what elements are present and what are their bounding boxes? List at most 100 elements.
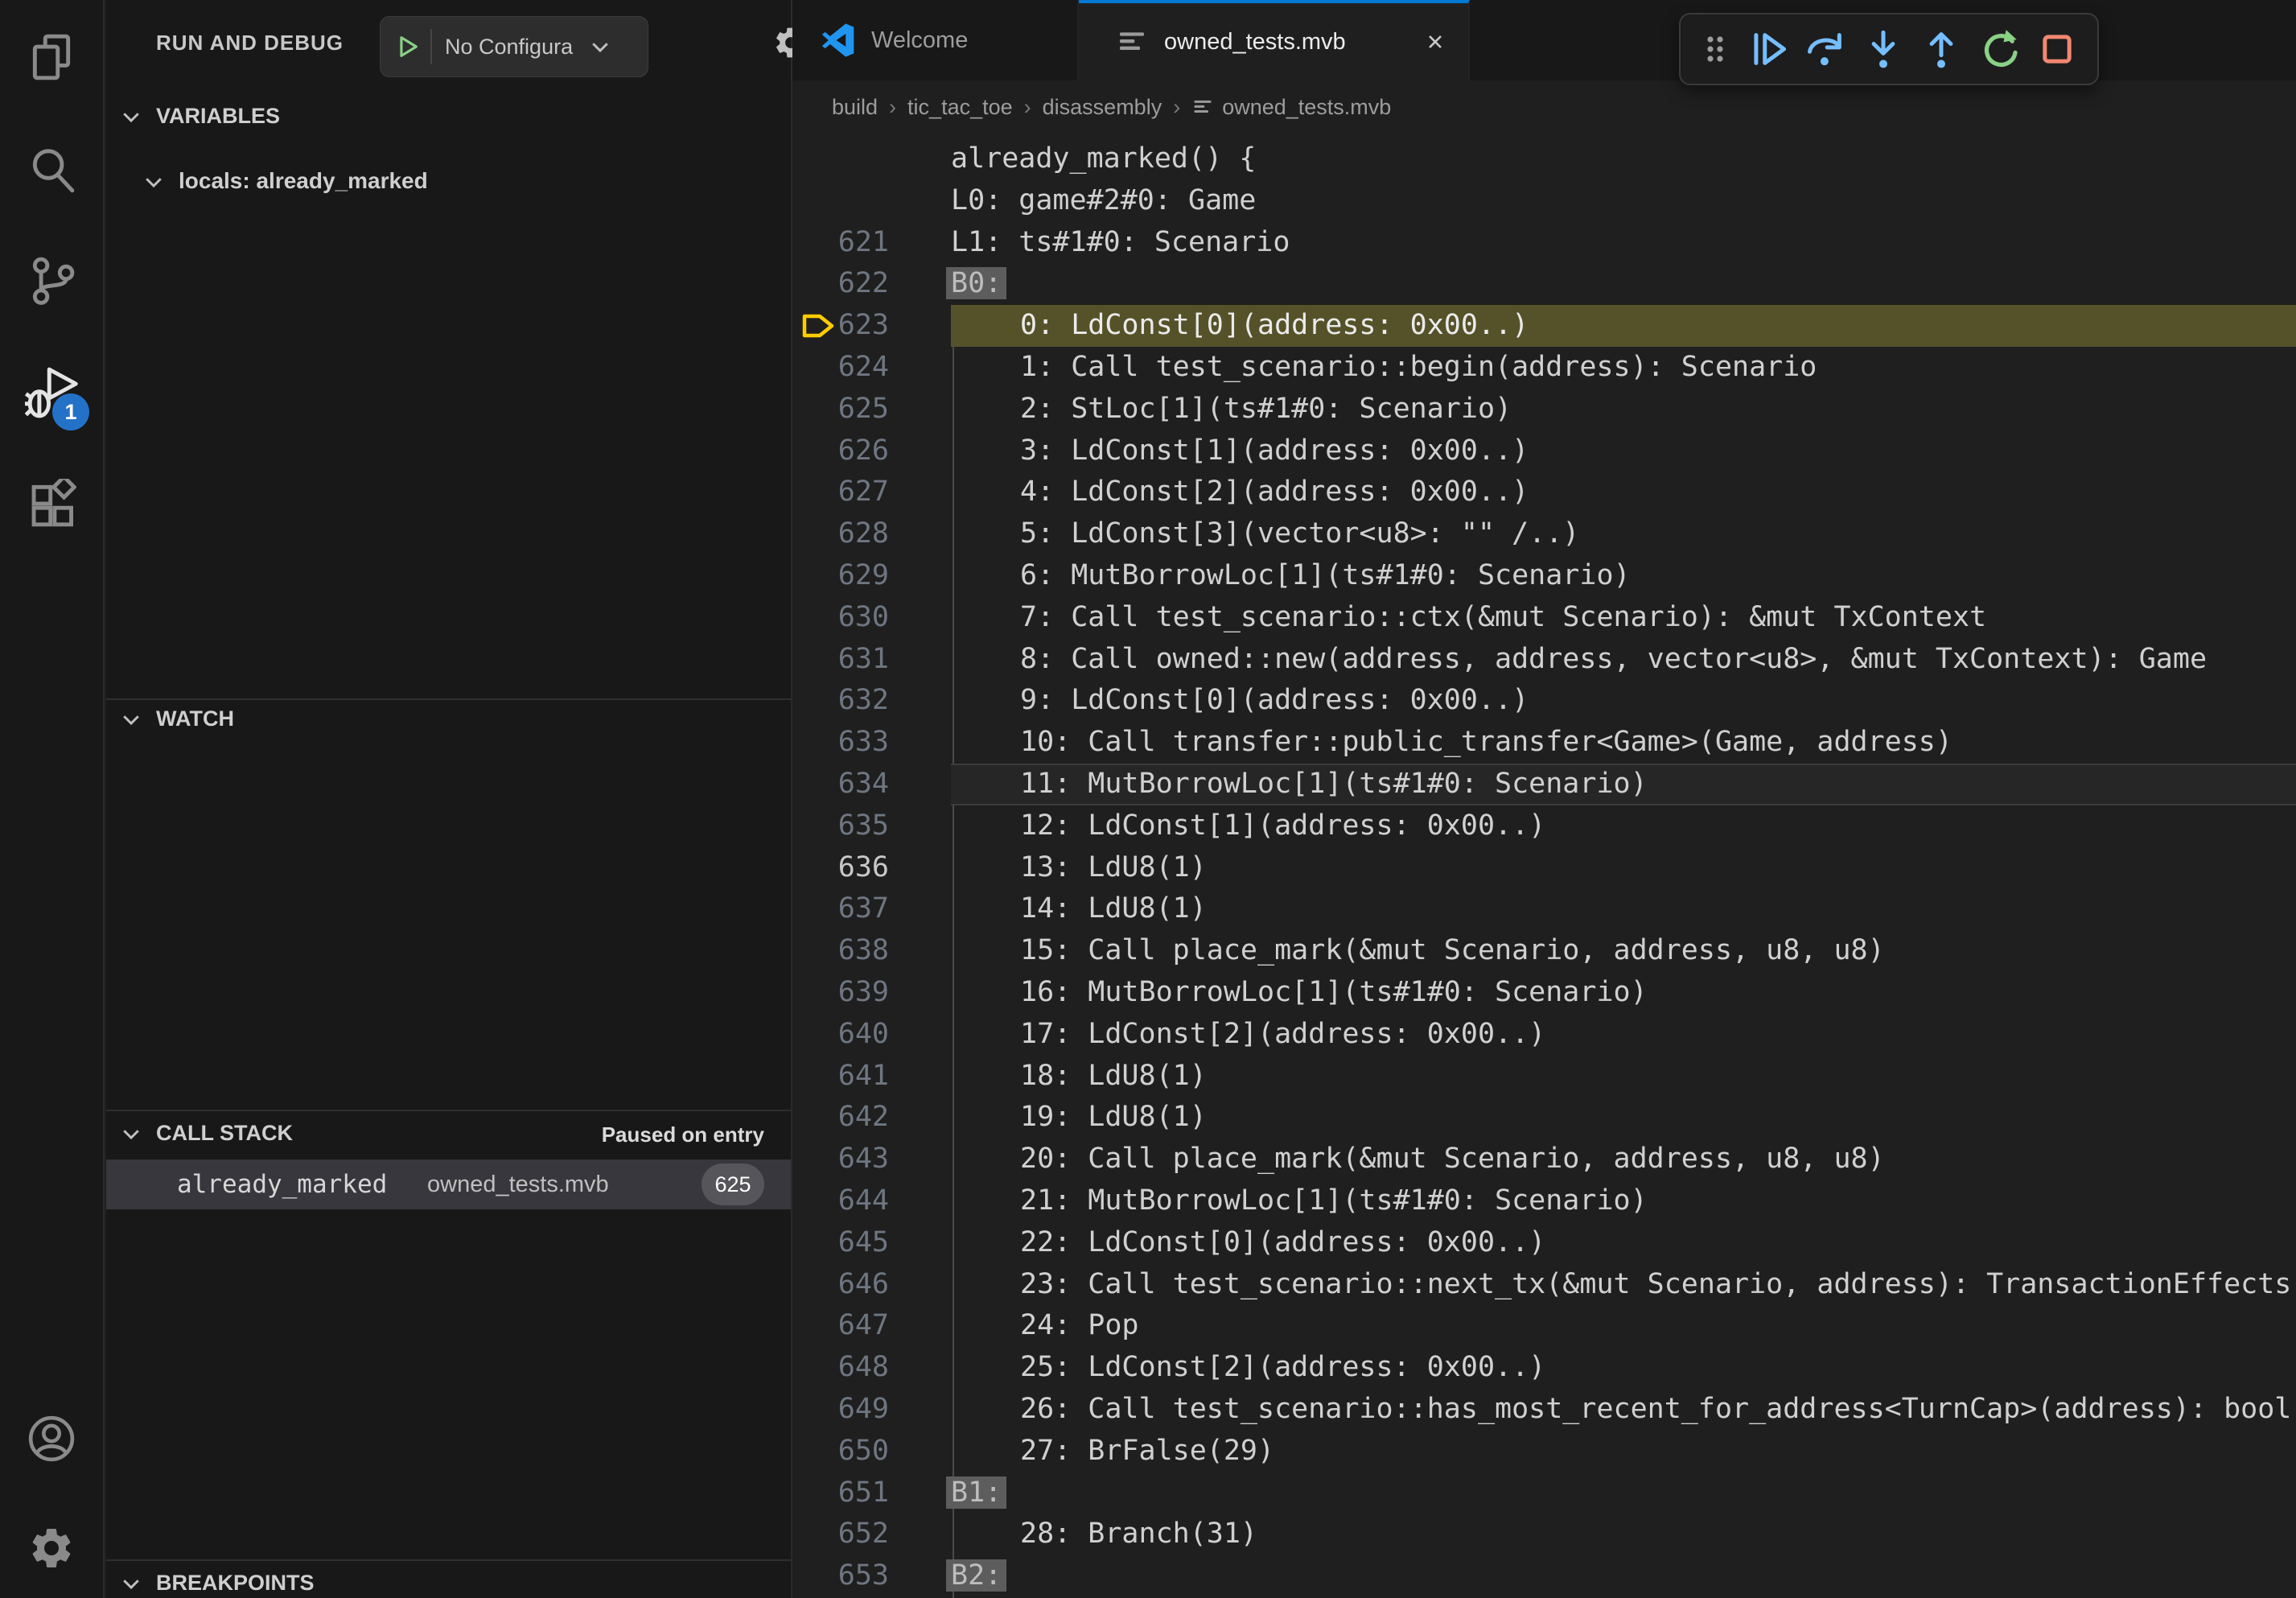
- code-line[interactable]: 650 25: LdConst[2](address: 0x00..): [792, 1347, 2296, 1389]
- editor-gutter[interactable]: 636: [792, 764, 951, 805]
- breadcrumb-item[interactable]: owned_tests.mvb: [1222, 95, 1391, 120]
- editor-gutter[interactable]: 631: [792, 555, 951, 597]
- editor-gutter[interactable]: 641: [792, 972, 951, 1014]
- editor-gutter[interactable]: 643: [792, 1056, 951, 1098]
- code-line[interactable]: 629 4: LdConst[2](address: 0x00..): [792, 472, 2296, 513]
- explorer-icon[interactable]: [25, 31, 78, 84]
- editor-gutter[interactable]: 621: [792, 138, 951, 180]
- breakpoints-chevron-down-icon[interactable]: [119, 1571, 143, 1596]
- editor-gutter[interactable]: 633: [792, 639, 951, 681]
- watch-section-header[interactable]: WATCH: [156, 706, 234, 731]
- editor-gutter[interactable]: 648: [792, 1264, 951, 1306]
- code-line[interactable]: 654 28: Branch(31): [792, 1514, 2296, 1555]
- editor-gutter[interactable]: 646: [792, 1180, 951, 1222]
- code-line[interactable]: 644 19: LdU8(1): [792, 1097, 2296, 1139]
- editor-gutter[interactable]: 637: [792, 805, 951, 847]
- code-line[interactable]: 645 20: Call place_mark(&mut Scenario, a…: [792, 1139, 2296, 1180]
- editor-gutter[interactable]: 652: [792, 1431, 951, 1472]
- code-line[interactable]: 652 27: BrFalse(29): [792, 1431, 2296, 1472]
- code-line[interactable]: 636 11: MutBorrowLoc[1](ts#1#0: Scenario…: [792, 764, 2296, 805]
- settings-gear-icon[interactable]: [25, 1522, 78, 1575]
- code-line[interactable]: 621 already_marked() {: [792, 138, 2296, 180]
- call-stack-frame-row[interactable]: already_marked owned_tests.mvb 625: [106, 1159, 791, 1209]
- watch-chevron-down-icon[interactable]: [119, 707, 143, 731]
- code-line[interactable]: 641 16: MutBorrowLoc[1](ts#1#0: Scenario…: [792, 972, 2296, 1014]
- editor-gutter[interactable]: 644: [792, 1097, 951, 1139]
- gripper-icon[interactable]: [1692, 19, 1738, 80]
- editor-gutter[interactable]: 625: [792, 305, 951, 347]
- code-line[interactable]: 651 26: Call test_scenario::has_most_rec…: [792, 1389, 2296, 1431]
- code-line[interactable]: 631 6: MutBorrowLoc[1](ts#1#0: Scenario): [792, 555, 2296, 597]
- editor-gutter[interactable]: 624: [792, 263, 951, 305]
- tab-owned-tests[interactable]: owned_tests.mvb: [1079, 0, 1470, 80]
- code-line[interactable]: 625 0: LdConst[0](address: 0x00..): [792, 305, 2296, 347]
- code-line[interactable]: 638 13: LdU8(1): [792, 847, 2296, 889]
- editor-gutter[interactable]: 629: [792, 472, 951, 513]
- editor-gutter[interactable]: 642: [792, 1014, 951, 1056]
- editor-gutter[interactable]: 622: [792, 180, 951, 222]
- variables-chevron-down-icon[interactable]: [119, 105, 143, 129]
- call-stack-section-header[interactable]: CALL STACK: [156, 1121, 293, 1146]
- editor-gutter[interactable]: 634: [792, 680, 951, 722]
- call-stack-chevron-down-icon[interactable]: [119, 1122, 143, 1146]
- variables-section-header[interactable]: VARIABLES: [156, 104, 280, 129]
- breakpoints-section-header[interactable]: BREAKPOINTS: [156, 1571, 315, 1596]
- continue-icon[interactable]: [1738, 19, 1796, 80]
- run-and-debug-icon[interactable]: 1: [25, 366, 78, 419]
- editor-gutter[interactable]: 651: [792, 1389, 951, 1431]
- editor-gutter[interactable]: 654: [792, 1514, 951, 1555]
- account-icon[interactable]: [25, 1412, 78, 1465]
- editor-gutter[interactable]: 638: [792, 847, 951, 889]
- code-line[interactable]: 634 9: LdConst[0](address: 0x00..): [792, 680, 2296, 722]
- code-line[interactable]: 649 24: Pop: [792, 1305, 2296, 1347]
- locals-tree-item[interactable]: locals: already_marked: [179, 168, 428, 194]
- editor-gutter[interactable]: 640: [792, 930, 951, 972]
- code-line[interactable]: 648 23: Call test_scenario::next_tx(&mut…: [792, 1264, 2296, 1306]
- code-line[interactable]: 639 14: LdU8(1): [792, 888, 2296, 930]
- extensions-icon[interactable]: [25, 477, 78, 530]
- code-line[interactable]: 632 7: Call test_scenario::ctx(&mut Scen…: [792, 597, 2296, 639]
- code-line[interactable]: 628 3: LdConst[1](address: 0x00..): [792, 430, 2296, 472]
- code-line[interactable]: 647 22: LdConst[0](address: 0x00..): [792, 1222, 2296, 1264]
- breadcrumb-item[interactable]: tic_tac_toe: [907, 95, 1013, 120]
- code-line[interactable]: 630 5: LdConst[3](vector<u8>: "" /..): [792, 513, 2296, 555]
- step-into-icon[interactable]: [1854, 19, 1912, 80]
- source-control-icon[interactable]: [25, 253, 78, 307]
- code-line[interactable]: 623 L1: ts#1#0: Scenario: [792, 222, 2296, 264]
- editor-gutter[interactable]: 649: [792, 1305, 951, 1347]
- editor-gutter[interactable]: 623: [792, 222, 951, 264]
- editor-gutter[interactable]: 632: [792, 597, 951, 639]
- editor-gutter[interactable]: 645: [792, 1139, 951, 1180]
- step-over-icon[interactable]: [1796, 19, 1854, 80]
- code-line[interactable]: 642 17: LdConst[2](address: 0x00..): [792, 1014, 2296, 1056]
- breadcrumb-item[interactable]: disassembly: [1043, 95, 1162, 120]
- editor-gutter[interactable]: 650: [792, 1347, 951, 1389]
- step-out-icon[interactable]: [1912, 19, 1970, 80]
- code-line[interactable]: 622 L0: game#2#0: Game: [792, 180, 2296, 222]
- breadcrumb-item[interactable]: build: [832, 95, 878, 120]
- editor-gutter[interactable]: 630: [792, 513, 951, 555]
- code-line[interactable]: 633 8: Call owned::new(address, address,…: [792, 639, 2296, 681]
- code-line[interactable]: 653 B1:: [792, 1472, 2296, 1514]
- restart-icon[interactable]: [1970, 19, 2028, 80]
- editor-gutter[interactable]: 647: [792, 1222, 951, 1264]
- tab-welcome[interactable]: Welcome: [792, 0, 1079, 80]
- code-line[interactable]: 646 21: MutBorrowLoc[1](ts#1#0: Scenario…: [792, 1180, 2296, 1222]
- close-icon[interactable]: [1423, 30, 1447, 54]
- code-line[interactable]: 640 15: Call place_mark(&mut Scenario, a…: [792, 930, 2296, 972]
- code-line[interactable]: 643 18: LdU8(1): [792, 1056, 2296, 1098]
- editor-gutter[interactable]: 653: [792, 1472, 951, 1514]
- editor-gutter[interactable]: 635: [792, 722, 951, 764]
- code-line[interactable]: 637 12: LdConst[1](address: 0x00..): [792, 805, 2296, 847]
- code-line[interactable]: 624 B0:: [792, 263, 2296, 305]
- stop-icon[interactable]: [2028, 19, 2086, 80]
- editor-gutter[interactable]: 628: [792, 430, 951, 472]
- code-line[interactable]: 626 1: Call test_scenario::begin(address…: [792, 347, 2296, 389]
- editor-gutter[interactable]: 655: [792, 1555, 951, 1597]
- editor-gutter[interactable]: 627: [792, 389, 951, 430]
- locals-chevron-down-icon[interactable]: [142, 170, 166, 194]
- editor-gutter[interactable]: 639: [792, 888, 951, 930]
- run-config-dropdown[interactable]: No Configura: [380, 16, 648, 77]
- code-line[interactable]: 635 10: Call transfer::public_transfer<G…: [792, 722, 2296, 764]
- search-icon[interactable]: [25, 143, 78, 196]
